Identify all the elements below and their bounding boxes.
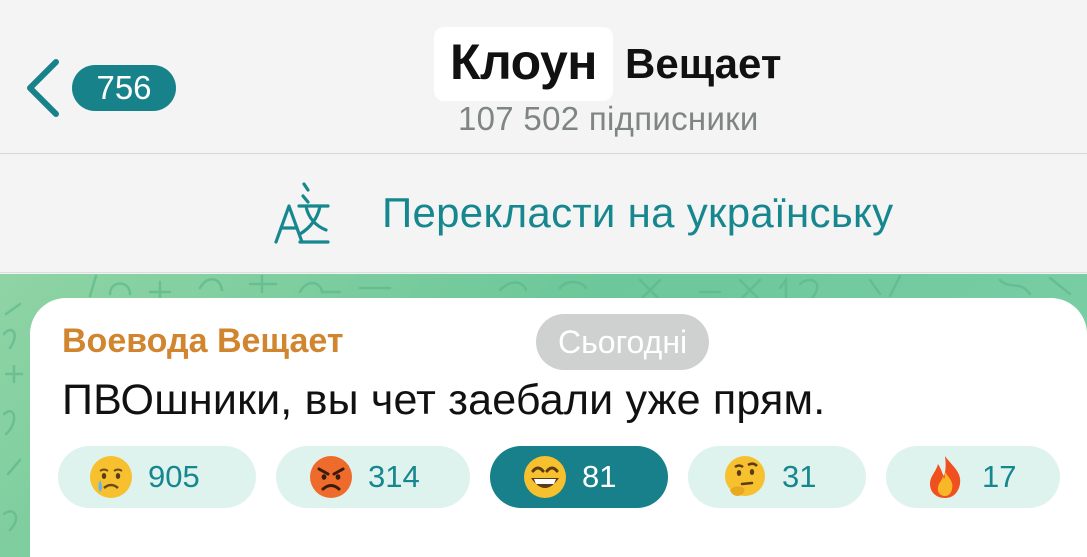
fire-icon [930, 456, 961, 498]
translate-bar: Перекласти на українську [0, 155, 1087, 273]
reaction-thinking[interactable]: 31 [688, 446, 866, 508]
crying-face-icon [90, 456, 132, 498]
chat-header: 756 Клоун Вещает 107 502 підписники [0, 0, 1087, 154]
reaction-fire[interactable]: 17 [886, 446, 1060, 508]
thinking-face-icon [725, 456, 765, 496]
translate-button[interactable]: Перекласти на українську [272, 175, 893, 251]
reaction-count: 31 [782, 459, 817, 494]
translate-icon [274, 182, 330, 244]
reaction-angry[interactable]: 314 [276, 446, 470, 508]
reaction-crying[interactable]: 905 [58, 446, 256, 508]
angry-face-icon [310, 456, 352, 498]
reaction-count: 81 [582, 459, 617, 494]
chevron-left-icon [27, 59, 59, 117]
subscriber-count: 107 502 підписники [458, 100, 759, 137]
date-separator: Сьогодні [536, 314, 710, 370]
channel-title-rest: Вещает [625, 40, 782, 87]
reaction-count: 905 [148, 459, 200, 494]
message-text: ПВОшники, вы чет заебали уже прям. [62, 376, 826, 424]
reaction-count: 314 [368, 459, 420, 494]
message-bubble[interactable]: Воевода Вещает Сьогодні ПВОшники, вы чет… [30, 298, 1087, 557]
unread-count-badge: 756 [72, 65, 176, 111]
grinning-face-icon [524, 456, 566, 498]
sender-name[interactable]: Воевода Вещает [62, 322, 344, 361]
chat-title-area[interactable]: Клоун Вещает 107 502 підписники [434, 26, 874, 137]
reaction-count: 17 [982, 459, 1017, 494]
reaction-grinning[interactable]: 81 [490, 446, 668, 508]
channel-title-highlight: Клоун [434, 27, 614, 101]
reactions-row: 905 314 81 31 17 [58, 446, 1068, 508]
back-button[interactable]: 756 [22, 56, 182, 120]
translate-label: Перекласти на українську [382, 189, 894, 236]
